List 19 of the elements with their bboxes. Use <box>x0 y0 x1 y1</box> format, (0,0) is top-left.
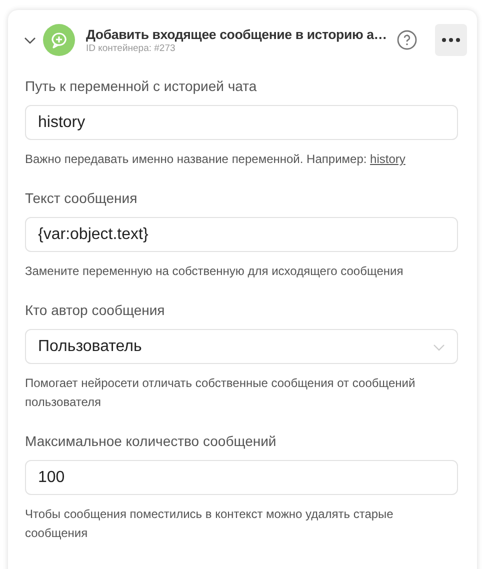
help-icon[interactable] <box>397 30 417 50</box>
hint-link[interactable]: history <box>370 152 406 166</box>
hint-text: Замените переменную на собственную для исходящего сообщения <box>25 263 404 280</box>
block-title: Добавить входящее сообщение в историю а… <box>86 26 388 42</box>
input-field[interactable]: history <box>25 105 458 140</box>
more-icon <box>442 38 460 42</box>
chat-add-icon <box>43 24 75 56</box>
hint-text: Чтобы сообщения поместились в контекст можно удалять старые сообщения <box>25 506 394 542</box>
select-field[interactable]: Пользователь <box>25 329 458 364</box>
field-label: Текст сообщения <box>25 190 138 208</box>
field-label: Кто автор сообщения <box>25 302 166 320</box>
field-label: Максимальное количество сообщений <box>25 433 278 451</box>
hint-text: Важно передавать именно название переменной. Например: history <box>25 151 406 168</box>
more-button[interactable] <box>435 24 467 56</box>
input-field[interactable]: {var:object.text} <box>25 217 458 252</box>
container-id: ID контейнера: #273 <box>86 42 176 54</box>
input-field[interactable]: 100 <box>25 460 458 495</box>
hint-text: Помогает нейросети отличать собственные сообщения от сообщений пользователя <box>25 375 416 411</box>
field-label: Путь к переменной с историей чата <box>25 78 258 96</box>
